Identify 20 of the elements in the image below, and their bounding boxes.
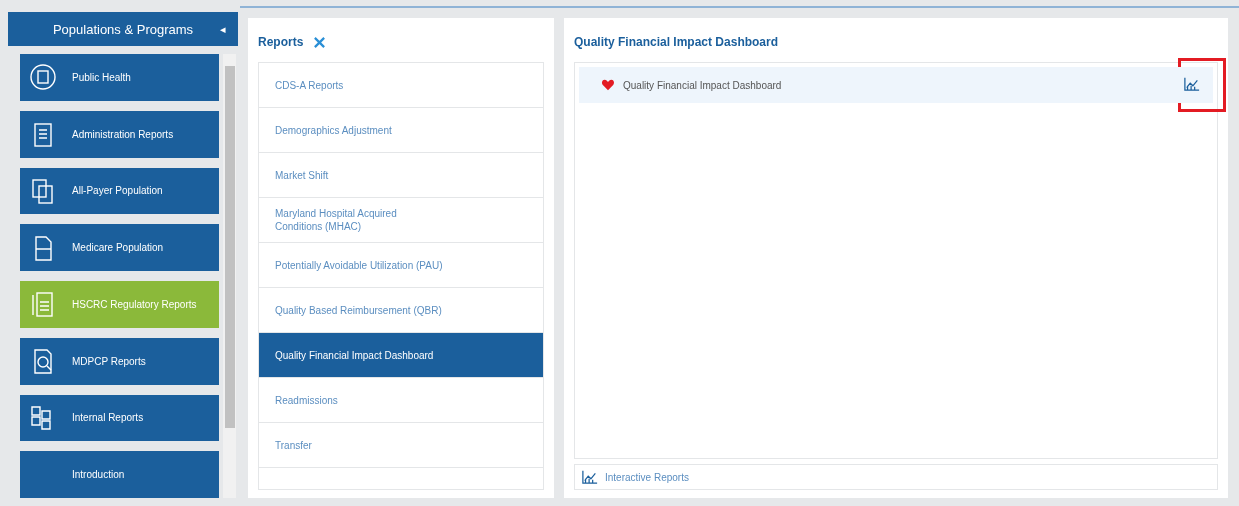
sidebar-item[interactable]: Medicare Population (20, 224, 219, 271)
sidebar-item[interactable]: Administration Reports (20, 110, 219, 158)
report-item[interactable]: Quality Financial Impact Dashboard (259, 333, 543, 378)
chart-icon (581, 469, 599, 485)
sidebar-item[interactable]: Introduction (20, 451, 219, 498)
sidebar-item[interactable]: MDPCP Reports (20, 337, 219, 385)
heart-icon[interactable] (601, 79, 615, 91)
sidebar-item[interactable]: All-Payer Population (20, 167, 219, 215)
dashboard-name: Quality Financial Impact Dashboard (623, 79, 783, 91)
panel-title: Reports (258, 35, 304, 49)
sidebar-title: Populations & Programs (52, 21, 194, 37)
tools-icon[interactable] (313, 35, 327, 49)
panel-title: Quality Financial Impact Dashboard (574, 35, 779, 49)
collapse-button[interactable]: ◂ (220, 22, 226, 36)
sidebar-item[interactable]: Public Health (20, 54, 219, 101)
sidebar-item[interactable]: Internal Reports (20, 394, 219, 442)
dashboard-row[interactable]: Quality Financial Impact Dashboard (579, 67, 1213, 103)
interactive-reports-link[interactable]: Interactive Reports (605, 471, 689, 483)
chart-icon (1183, 75, 1201, 92)
scrollbar[interactable] (223, 54, 236, 498)
